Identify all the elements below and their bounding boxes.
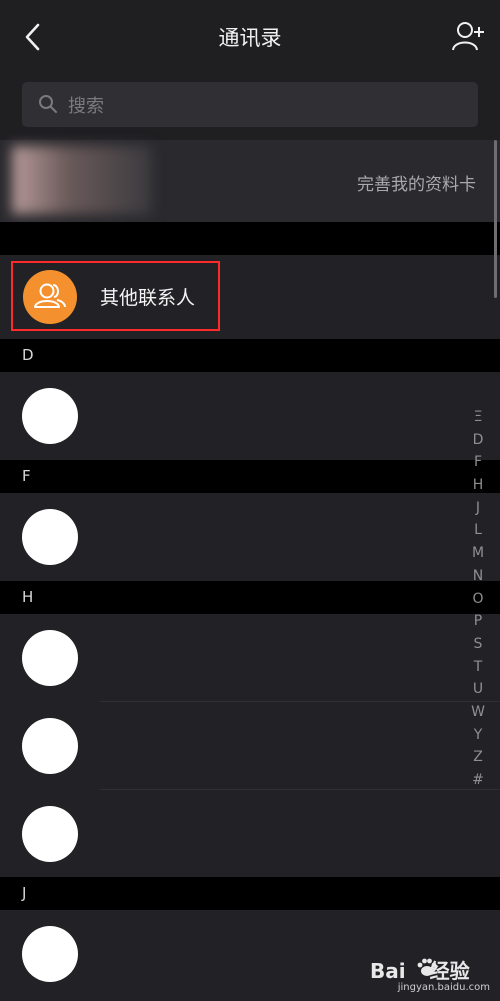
add-contact-icon[interactable]: [450, 18, 486, 54]
index-letter[interactable]: N: [466, 565, 490, 588]
index-letter[interactable]: J: [466, 497, 490, 520]
section-header-j: J: [0, 877, 500, 910]
contact-item[interactable]: [0, 702, 500, 790]
top-bar: 通讯录: [0, 0, 500, 70]
search-area: 搜索: [0, 70, 500, 140]
page-title: 通讯录: [218, 26, 282, 50]
watermark-url: jingyan.baidu.com: [397, 982, 490, 993]
index-letter[interactable]: P: [466, 610, 490, 633]
section-header-d: D: [0, 339, 500, 372]
avatar: [22, 718, 78, 774]
index-letter[interactable]: M: [466, 542, 490, 565]
highlight-box: [11, 261, 220, 331]
index-letter[interactable]: Y: [466, 724, 490, 747]
index-letter[interactable]: U: [466, 678, 490, 701]
index-letter[interactable]: W: [466, 701, 490, 724]
index-letter[interactable]: #: [466, 769, 490, 792]
section-spacer: [0, 222, 500, 255]
index-letter[interactable]: Z: [466, 746, 490, 769]
index-letter[interactable]: Ξ: [466, 406, 490, 429]
section-header-f: F: [0, 460, 500, 493]
index-letter[interactable]: S: [466, 633, 490, 656]
profile-card[interactable]: 完善我的资料卡: [0, 140, 500, 222]
contact-item[interactable]: [0, 493, 500, 581]
index-letter[interactable]: L: [466, 519, 490, 542]
contact-item[interactable]: [0, 372, 500, 460]
section-letter: J: [22, 884, 27, 902]
alphabet-index[interactable]: Ξ D F H J L M N O P S T U W Y Z #: [466, 406, 490, 792]
contact-item[interactable]: [0, 614, 500, 702]
avatar: [22, 806, 78, 862]
section-letter: D: [22, 346, 34, 364]
section-header-h: H: [0, 581, 500, 614]
section-letter: F: [22, 467, 31, 485]
contact-item[interactable]: [0, 790, 500, 878]
index-letter[interactable]: H: [466, 474, 490, 497]
watermark: Bai 经验 jingyan.baidu.com: [350, 955, 490, 993]
section-letter: H: [22, 588, 34, 606]
index-letter[interactable]: D: [466, 429, 490, 452]
avatar: [22, 388, 78, 444]
search-icon: [39, 95, 57, 113]
avatar: [22, 509, 78, 565]
search-placeholder: 搜索: [68, 96, 104, 117]
index-letter[interactable]: T: [466, 656, 490, 679]
complete-profile-link[interactable]: 完善我的资料卡: [357, 170, 476, 195]
search-input[interactable]: 搜索: [22, 82, 478, 127]
index-letter[interactable]: O: [466, 588, 490, 611]
paw-icon: [417, 958, 437, 976]
other-contacts-item[interactable]: 其他联系人: [0, 255, 500, 339]
avatar: [22, 926, 78, 982]
index-letter[interactable]: F: [466, 451, 490, 474]
avatar: [12, 146, 152, 214]
scrollbar[interactable]: [494, 140, 497, 298]
avatar: [22, 630, 78, 686]
